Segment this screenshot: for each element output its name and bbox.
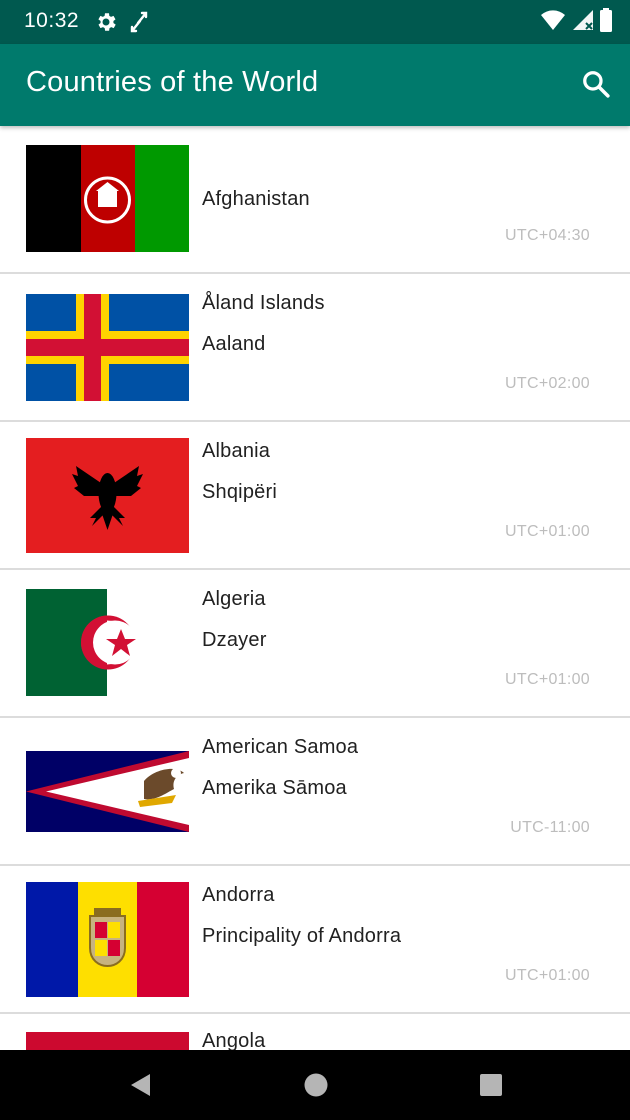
status-time: 10:32	[24, 9, 80, 32]
angola-flag	[26, 1032, 189, 1050]
country-native-name: Dzayer	[202, 629, 267, 651]
country-native-name: Shqipëri	[202, 481, 277, 503]
country-native-name: Aaland	[202, 333, 266, 355]
country-native-name: Principality of Andorra	[202, 925, 402, 947]
country-name: Afghanistan	[202, 188, 310, 210]
search-button[interactable]	[578, 66, 614, 102]
home-button[interactable]	[303, 1072, 329, 1098]
list-item[interactable]: Algeria Dzayer UTC+01:00	[0, 570, 630, 718]
country-timezone: UTC+04:30	[505, 227, 590, 244]
country-timezone: UTC+02:00	[505, 375, 590, 392]
country-name: Andorra	[202, 884, 275, 906]
list-item[interactable]: Albania Shqipëri UTC+01:00	[0, 422, 630, 570]
search-icon	[583, 71, 610, 98]
back-triangle-icon	[131, 1074, 150, 1096]
country-name: Åland Islands	[202, 292, 325, 314]
signal-icon	[572, 9, 594, 36]
andorra-flag	[26, 882, 189, 997]
status-bar: 10:32	[0, 0, 630, 44]
battery-icon	[600, 7, 612, 37]
auto-rotate-icon	[128, 10, 150, 34]
country-timezone: UTC+01:00	[505, 523, 590, 540]
home-circle-icon	[304, 1073, 328, 1097]
country-list[interactable]: Afghanistan UTC+04:30 Åland Islands Aala…	[0, 126, 630, 1050]
country-name: American Samoa	[202, 736, 359, 758]
wifi-icon	[540, 9, 566, 36]
recents-square-icon	[480, 1074, 502, 1096]
afghanistan-flag	[26, 145, 189, 252]
country-timezone: UTC+01:00	[505, 671, 590, 688]
status-icons	[540, 7, 612, 37]
navigation-bar	[0, 1050, 630, 1120]
list-item[interactable]: Angola	[0, 1014, 630, 1050]
recents-button[interactable]	[478, 1072, 504, 1098]
american-samoa-flag	[26, 751, 189, 832]
country-name: Angola	[202, 1030, 266, 1050]
country-name: Algeria	[202, 588, 266, 610]
aland-flag	[26, 294, 189, 401]
settings-gear-icon	[94, 10, 118, 34]
app-bar: Countries of the World	[0, 44, 630, 126]
back-button[interactable]	[128, 1072, 154, 1098]
country-name: Albania	[202, 440, 271, 462]
country-timezone: UTC+01:00	[505, 967, 590, 984]
country-timezone: UTC-11:00	[510, 819, 590, 836]
page-title: Countries of the World	[26, 66, 319, 98]
list-item[interactable]: Afghanistan UTC+04:30	[0, 126, 630, 274]
algeria-flag	[26, 589, 189, 696]
country-native-name: Amerika Sāmoa	[202, 777, 347, 799]
list-item[interactable]: Åland Islands Aaland UTC+02:00	[0, 274, 630, 422]
list-item[interactable]: Andorra Principality of Andorra UTC+01:0…	[0, 866, 630, 1014]
list-item[interactable]: American Samoa Amerika Sāmoa UTC-11:00	[0, 718, 630, 866]
albania-flag	[26, 438, 189, 553]
